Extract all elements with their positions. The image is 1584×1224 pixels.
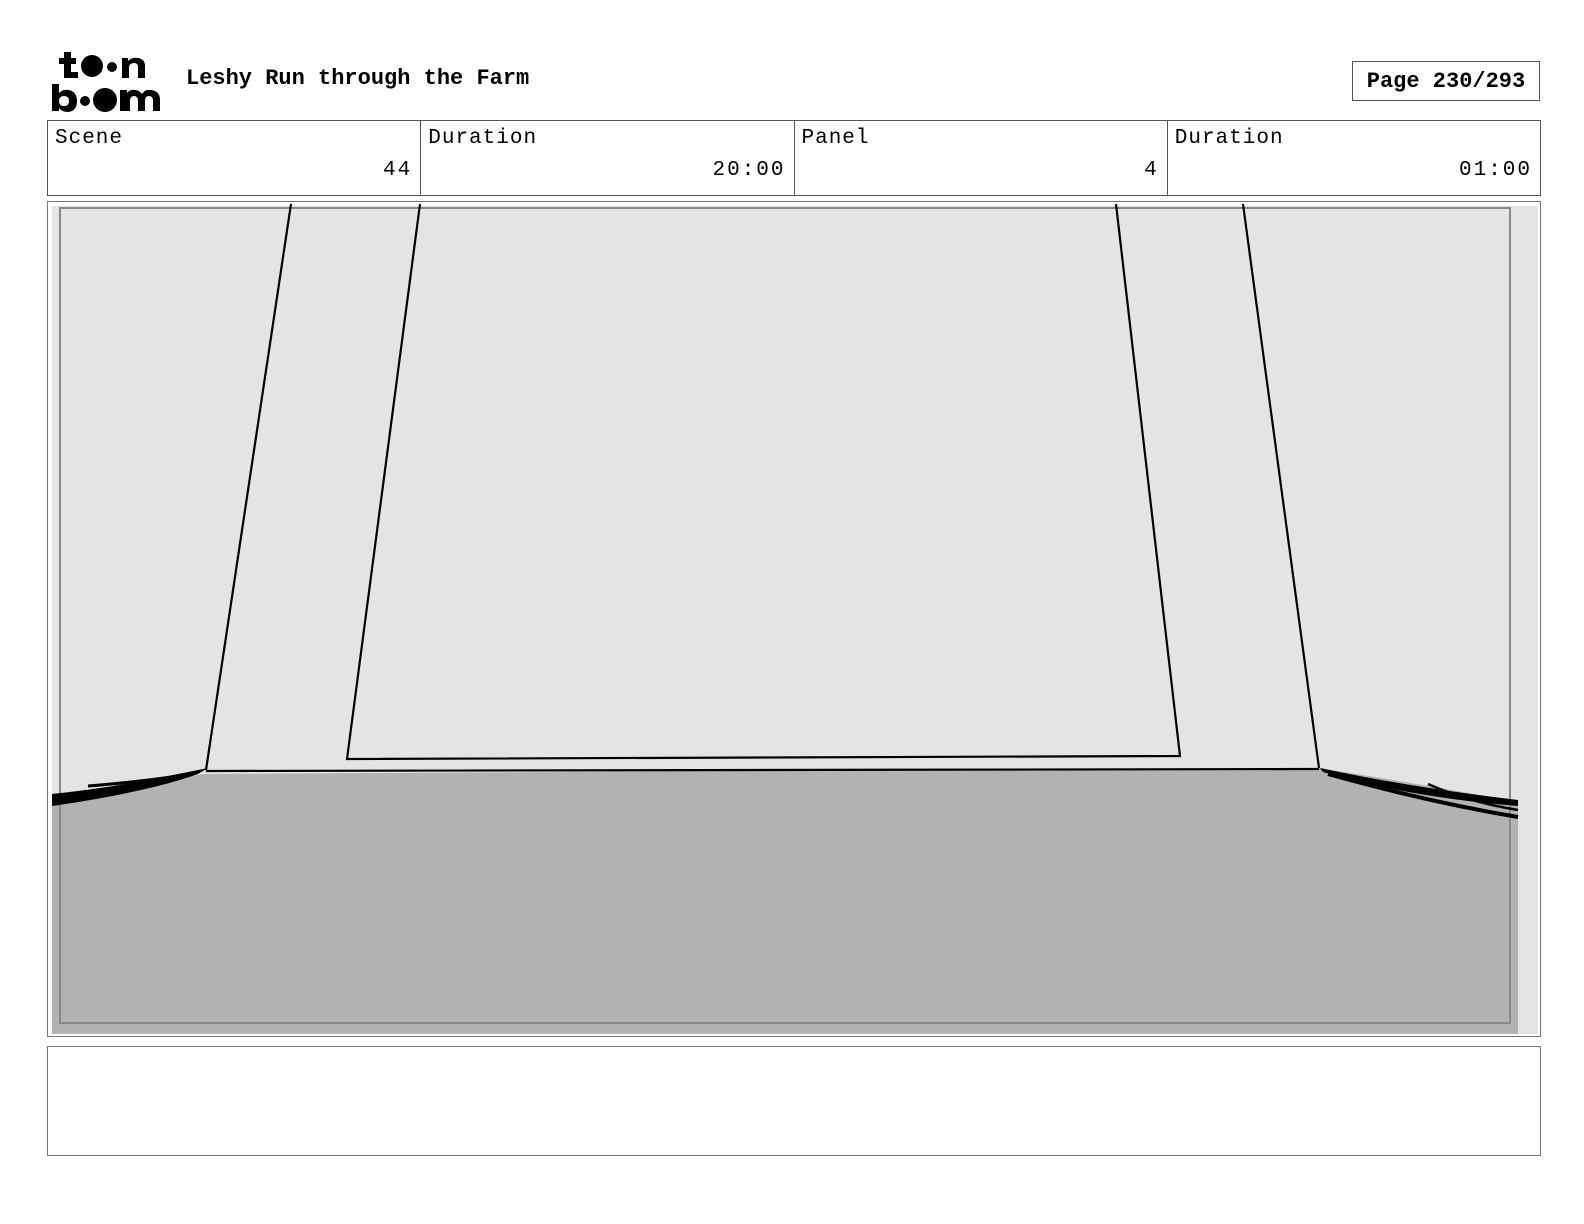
panel-duration-value: 01:00 xyxy=(1458,159,1532,182)
panel-label: Panel xyxy=(801,127,870,150)
panel-info-table: Scene 44 Duration 20:00 Panel 4 Duration… xyxy=(47,120,1541,196)
toon-boom-logo xyxy=(52,52,160,112)
panel-notes-box[interactable] xyxy=(47,1046,1541,1156)
panel-image-frame xyxy=(47,201,1541,1037)
panel-duration-label: Duration xyxy=(1174,127,1284,150)
scene-duration-value: 20:00 xyxy=(712,159,786,182)
scene-cell: Scene 44 xyxy=(48,121,422,195)
panel-cell: Panel 4 xyxy=(795,121,1168,195)
page-indicator: Page 230/293 xyxy=(1352,61,1540,101)
scene-value: 44 xyxy=(383,159,413,182)
storyboard-sketch xyxy=(52,203,1538,1034)
floor-area xyxy=(52,768,1518,1034)
panel-value: 4 xyxy=(1144,159,1159,182)
storyboard-title: Leshy Run through the Farm xyxy=(186,66,530,91)
panel-duration-cell: Duration 01:00 xyxy=(1168,121,1540,195)
scene-duration-label: Duration xyxy=(428,127,538,150)
scene-duration-cell: Duration 20:00 xyxy=(421,121,795,195)
scene-label: Scene xyxy=(55,127,124,150)
